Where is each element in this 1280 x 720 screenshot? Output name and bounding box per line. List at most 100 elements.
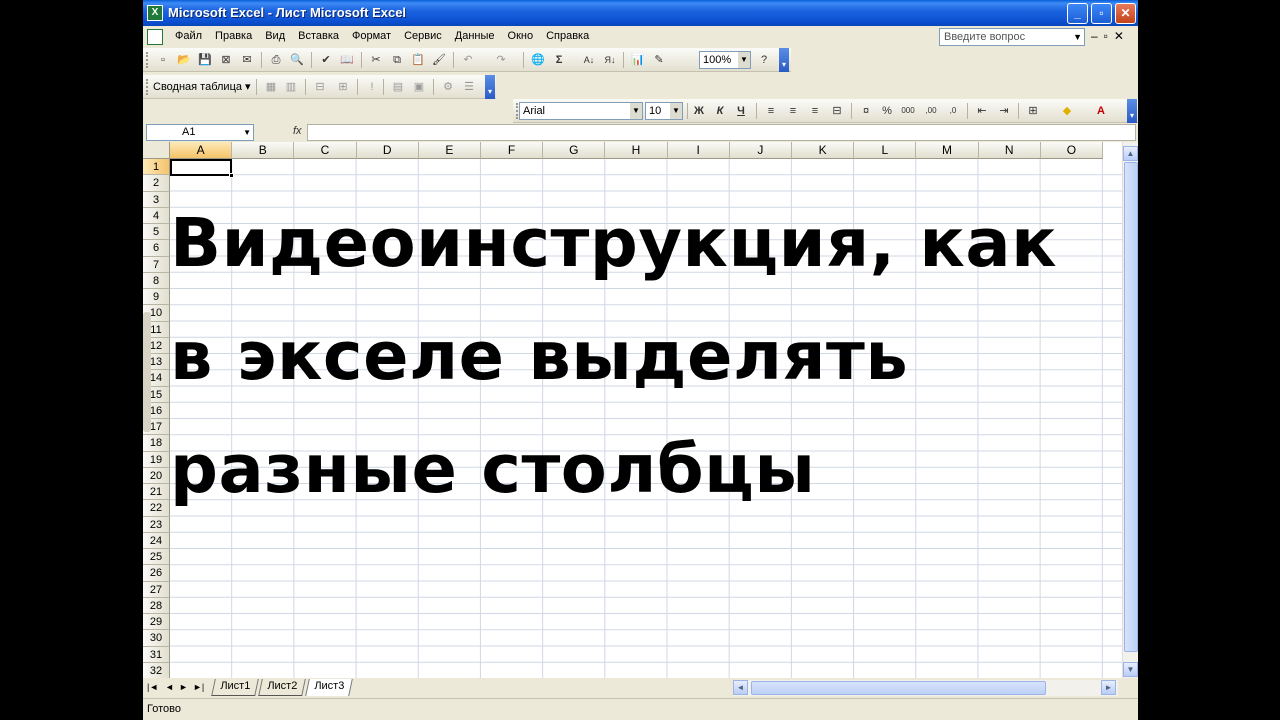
active-cell[interactable] <box>170 159 232 176</box>
permission-icon[interactable]: ⊠ <box>218 52 234 68</box>
menu-tools[interactable]: Сервис <box>404 30 442 42</box>
chevron-down-icon[interactable]: ▼ <box>630 103 642 119</box>
menu-insert[interactable]: Вставка <box>298 30 339 42</box>
field-list-icon[interactable]: ☰ <box>461 79 477 95</box>
vertical-scroll-thumb[interactable] <box>1124 162 1138 652</box>
menu-file[interactable]: Файл <box>175 30 202 42</box>
row-header-7[interactable]: 7 <box>143 256 170 273</box>
toolbar-grip[interactable] <box>146 79 149 95</box>
increase-indent-icon[interactable]: ⇥ <box>996 103 1012 119</box>
row-header-2[interactable]: 2 <box>143 175 170 192</box>
refresh-icon[interactable]: ! <box>364 79 380 95</box>
horizontal-scroll-thumb[interactable] <box>751 681 1046 695</box>
row-header-18[interactable]: 18 <box>143 435 170 452</box>
minimize-button[interactable]: _ <box>1067 3 1088 24</box>
percent-icon[interactable]: % <box>879 103 895 119</box>
first-sheet-icon[interactable]: |◄ <box>147 682 158 692</box>
menu-edit[interactable]: Правка <box>215 30 252 42</box>
row-header-9[interactable]: 9 <box>143 289 170 306</box>
chart-wizard-icon[interactable]: 📊 <box>630 52 646 68</box>
borders-icon[interactable]: ⊞ <box>1025 103 1041 119</box>
maximize-button[interactable]: ▫ <box>1091 3 1112 24</box>
hyperlink-icon[interactable]: 🌐 <box>530 52 546 68</box>
sheet-tab-3[interactable]: Лист3 <box>305 679 353 696</box>
underline-button[interactable]: Ч <box>733 103 749 119</box>
row-header-26[interactable]: 26 <box>143 565 170 582</box>
row-header-30[interactable]: 30 <box>143 630 170 647</box>
align-right-icon[interactable]: ≡ <box>807 103 823 119</box>
toolbar-grip[interactable] <box>146 52 149 68</box>
research-icon[interactable]: 📖 <box>339 52 355 68</box>
toolbar-options-icon[interactable]: ▾ <box>1127 99 1137 123</box>
row-header-29[interactable]: 29 <box>143 614 170 631</box>
redo-icon[interactable]: ↷ <box>493 52 509 68</box>
row-header-19[interactable]: 19 <box>143 451 170 468</box>
row-header-31[interactable]: 31 <box>143 646 170 663</box>
toolbar-options-icon[interactable]: ▾ <box>485 75 495 99</box>
scroll-down-icon[interactable]: ▼ <box>1123 662 1138 677</box>
row-header-4[interactable]: 4 <box>143 207 170 224</box>
document-window-controls[interactable]: –▫✕ <box>1091 29 1130 43</box>
align-center-icon[interactable]: ≡ <box>785 103 801 119</box>
sort-ascending-icon[interactable]: A↓ <box>581 52 597 68</box>
decrease-decimal-icon[interactable]: ,0 <box>945 103 961 119</box>
currency-icon[interactable]: ¤ <box>858 103 874 119</box>
column-header-e[interactable]: E <box>418 142 481 159</box>
side-grip[interactable] <box>143 312 151 432</box>
column-header-j[interactable]: J <box>729 142 792 159</box>
menu-window[interactable]: Окно <box>508 30 534 42</box>
column-header-k[interactable]: K <box>792 142 855 159</box>
open-icon[interactable]: 📂 <box>176 52 192 68</box>
next-sheet-icon[interactable]: ► <box>179 682 188 692</box>
formula-input[interactable] <box>307 124 1136 141</box>
sheet-tab-2[interactable]: Лист2 <box>258 679 306 696</box>
excel-app-icon[interactable]: X <box>147 5 163 21</box>
column-header-l[interactable]: L <box>854 142 917 159</box>
menu-view[interactable]: Вид <box>265 30 285 42</box>
document-icon[interactable] <box>147 29 163 45</box>
help-icon[interactable]: ? <box>756 52 772 68</box>
pivot-table-menu[interactable]: Сводная таблица ▾ <box>153 80 251 93</box>
chevron-down-icon[interactable]: ▼ <box>243 125 251 140</box>
scroll-up-icon[interactable]: ▲ <box>1123 146 1138 161</box>
row-header-1[interactable]: 1 <box>143 159 170 176</box>
print-preview-icon[interactable]: 🔍 <box>289 52 305 68</box>
row-header-21[interactable]: 21 <box>143 484 170 501</box>
chevron-down-icon[interactable]: ▼ <box>1073 29 1082 45</box>
scroll-left-icon[interactable]: ◄ <box>733 680 748 695</box>
toolbar-options-icon[interactable]: ▾ <box>779 48 789 72</box>
font-select[interactable]: Arial ▼ <box>519 102 643 120</box>
last-sheet-icon[interactable]: ►| <box>193 682 204 692</box>
print-icon[interactable]: ⎙ <box>268 52 284 68</box>
close-button[interactable]: ✕ <box>1115 3 1136 24</box>
font-size-select[interactable]: 10 ▼ <box>645 102 683 120</box>
zoom-select[interactable]: 100% ▼ <box>699 51 751 69</box>
increase-decimal-icon[interactable]: ,00 <box>923 103 939 119</box>
always-display-icon[interactable]: ▣ <box>411 79 427 95</box>
row-header-22[interactable]: 22 <box>143 500 170 517</box>
align-left-icon[interactable]: ≡ <box>763 103 779 119</box>
row-header-8[interactable]: 8 <box>143 272 170 289</box>
scroll-right-icon[interactable]: ► <box>1101 680 1116 695</box>
autosum-icon[interactable]: Σ <box>551 52 567 68</box>
column-header-m[interactable]: M <box>916 142 979 159</box>
help-question-input[interactable]: Введите вопрос ▼ <box>939 28 1085 46</box>
row-header-28[interactable]: 28 <box>143 597 170 614</box>
menu-format[interactable]: Формат <box>352 30 391 42</box>
column-header-a[interactable]: A <box>170 142 233 159</box>
format-report-icon[interactable]: ▦ <box>263 79 279 95</box>
fill-color-icon[interactable]: ◆ <box>1059 103 1075 119</box>
name-box[interactable]: A1 ▼ <box>146 124 254 141</box>
undo-icon[interactable]: ↶ <box>460 52 476 68</box>
row-header-24[interactable]: 24 <box>143 532 170 549</box>
row-header-3[interactable]: 3 <box>143 191 170 208</box>
sheet-tab-1[interactable]: Лист1 <box>211 679 259 696</box>
row-header-27[interactable]: 27 <box>143 581 170 598</box>
thousands-separator-icon[interactable]: 000 <box>900 103 916 119</box>
spelling-icon[interactable]: ✔ <box>318 52 334 68</box>
format-painter-icon[interactable]: 🖌 <box>431 52 447 68</box>
copy-icon[interactable]: ⧉ <box>389 52 405 68</box>
select-all-corner[interactable] <box>143 142 170 159</box>
merge-center-icon[interactable]: ⊟ <box>829 103 845 119</box>
column-header-b[interactable]: B <box>232 142 295 159</box>
